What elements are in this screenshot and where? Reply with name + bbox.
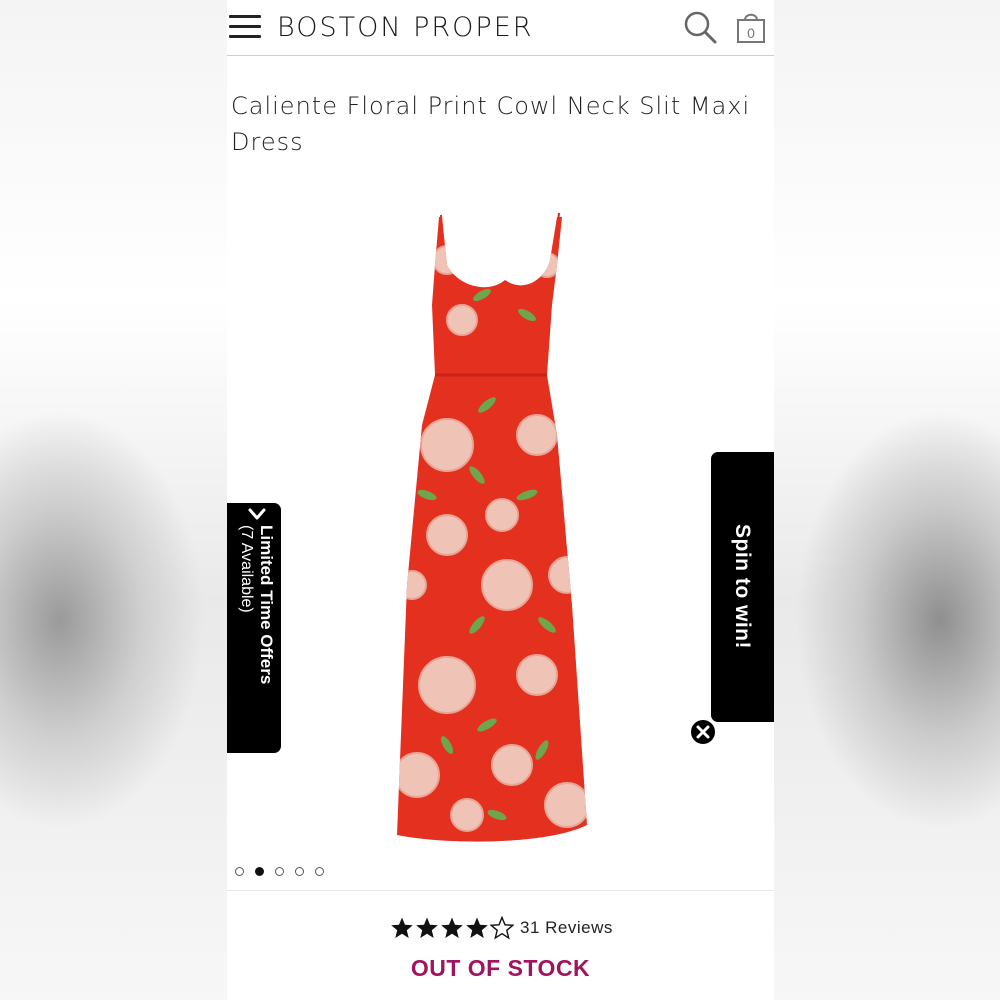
star-empty-icon <box>490 916 514 940</box>
product-rating[interactable]: 31 Reviews <box>390 914 613 942</box>
bag-count: 0 <box>747 25 755 41</box>
site-header: BOSTON PROPER 0 <box>227 0 774 56</box>
stock-status: OUT OF STOCK <box>410 955 591 981</box>
reviews-link[interactable]: 31 Reviews <box>520 918 613 938</box>
product-image[interactable] <box>387 205 617 865</box>
spin-label: Spin to win! <box>731 524 754 649</box>
carousel-dot-active[interactable] <box>255 867 264 876</box>
brand-logo[interactable]: BOSTON PROPER <box>277 12 534 43</box>
shopping-bag-icon[interactable]: 0 <box>733 9 769 45</box>
offers-label: Limited Time Offers <box>257 525 276 685</box>
carousel-dot[interactable] <box>295 867 304 876</box>
search-icon[interactable] <box>682 9 718 45</box>
image-carousel-dots <box>235 863 335 876</box>
star-filled-icon <box>441 917 463 938</box>
carousel-dot[interactable] <box>275 867 284 876</box>
star-filled-icon <box>416 917 438 938</box>
star-filled-icon <box>466 917 488 938</box>
star-filled-icon <box>391 917 413 938</box>
spin-to-win-tab[interactable]: Spin to win! <box>711 452 774 722</box>
mobile-page: BOSTON PROPER 0 Caliente Floral Print Co… <box>227 0 774 1000</box>
hamburger-menu-icon[interactable] <box>229 15 261 39</box>
divider <box>227 890 774 891</box>
offers-count: (7 Available) <box>238 525 255 613</box>
close-icon[interactable] <box>689 718 717 746</box>
product-title: Caliente Floral Print Cowl Neck Slit Max… <box>231 92 751 156</box>
chevron-down-icon <box>248 508 266 520</box>
carousel-dot[interactable] <box>235 867 244 876</box>
limited-time-offers-tab[interactable]: Limited Time Offers (7 Available) <box>227 503 281 753</box>
carousel-dot[interactable] <box>315 867 324 876</box>
